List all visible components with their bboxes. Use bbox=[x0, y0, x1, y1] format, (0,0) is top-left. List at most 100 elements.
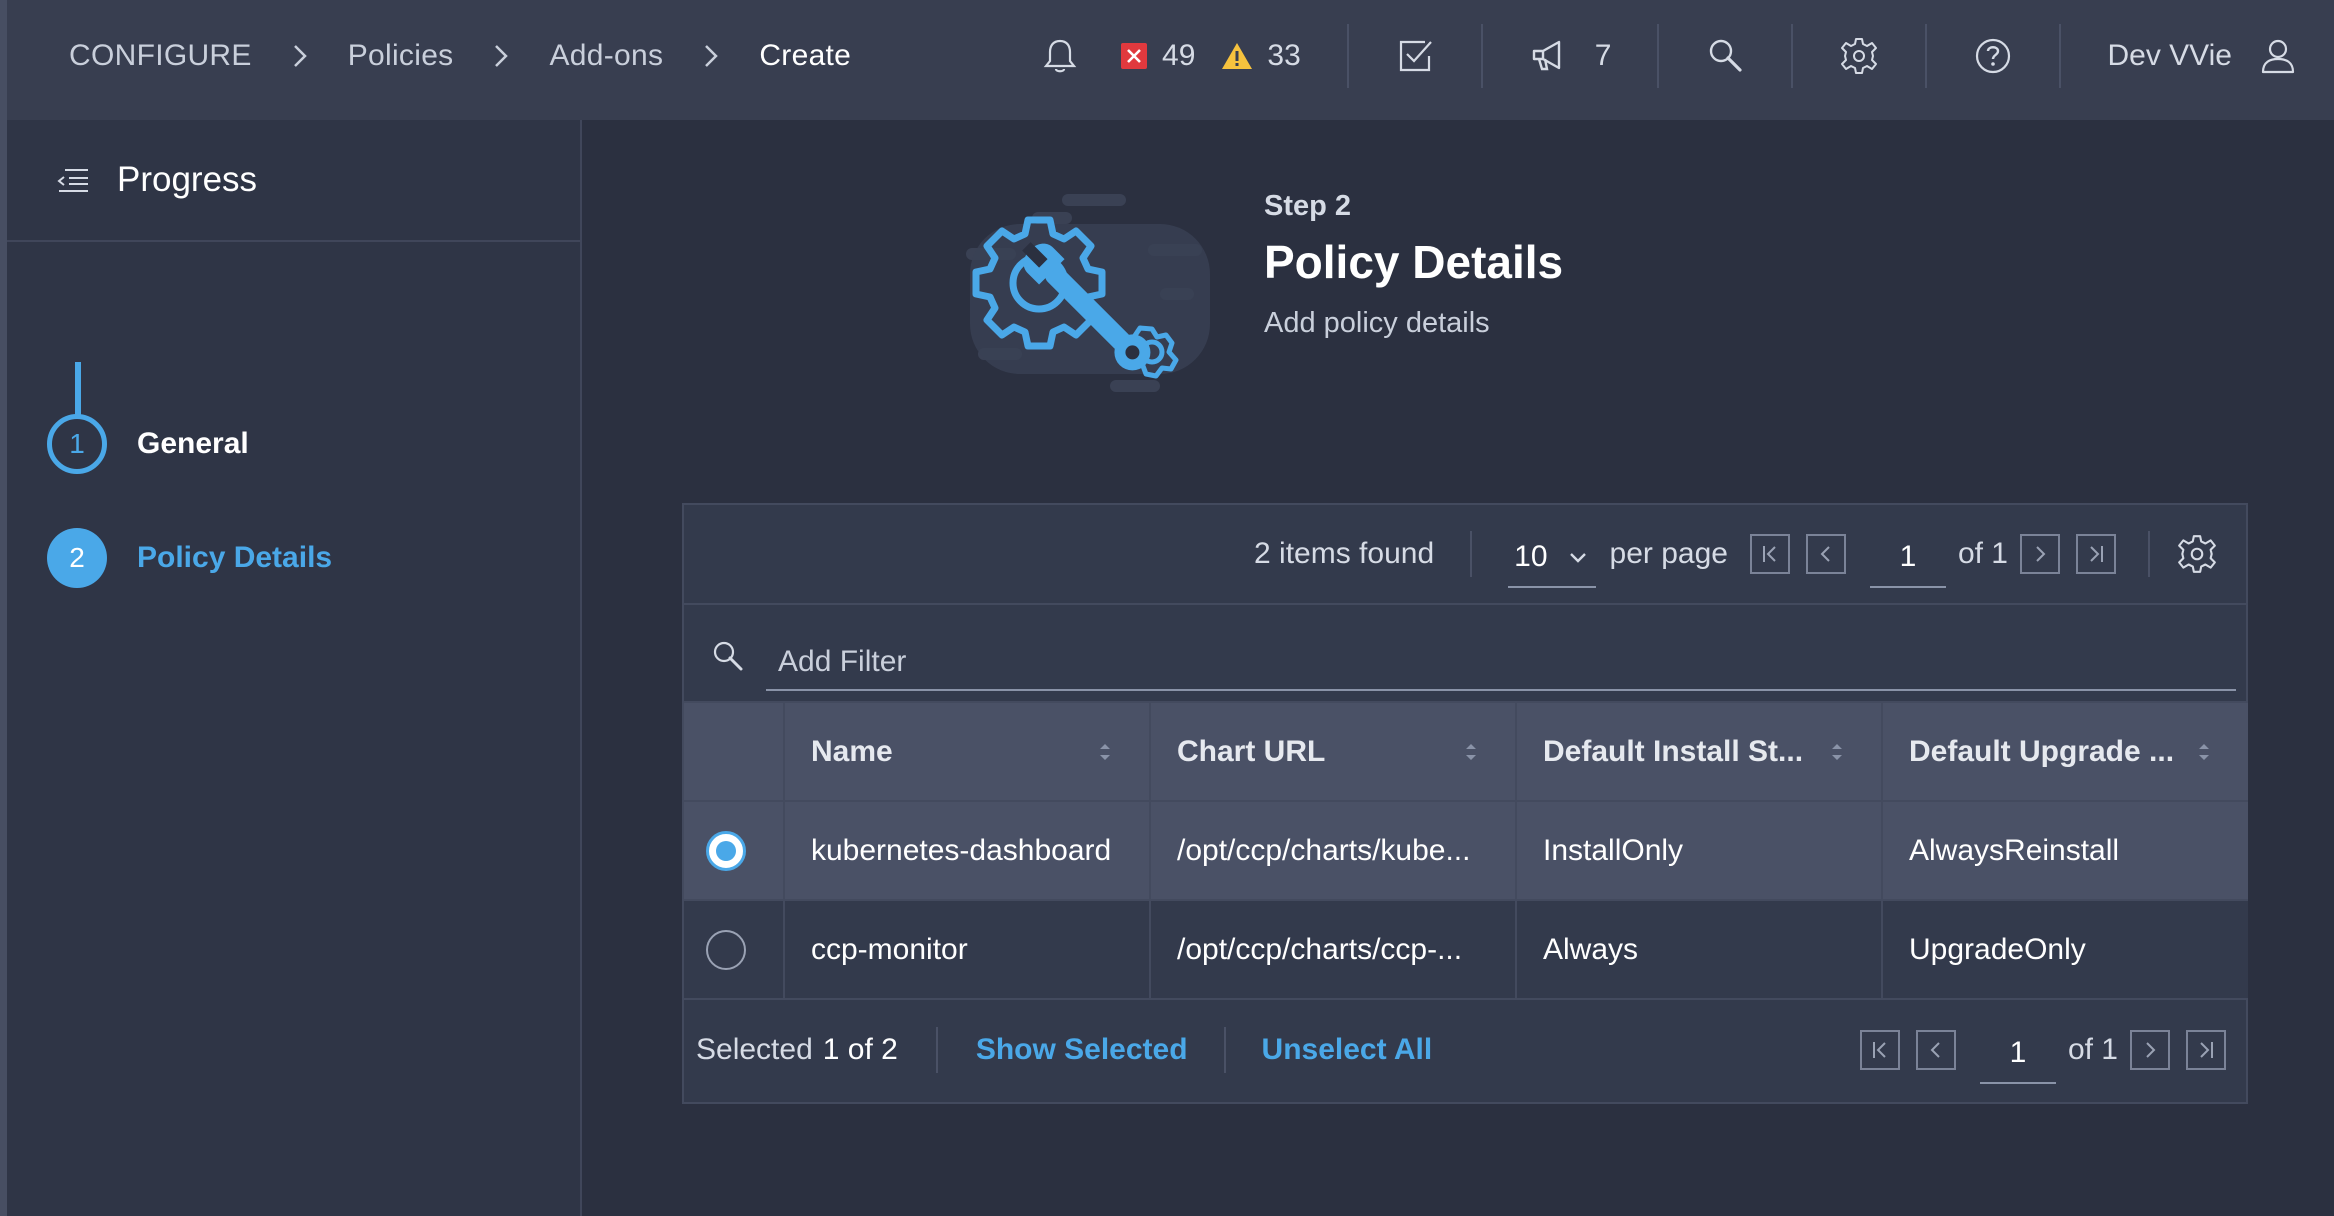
breadcrumb-policies[interactable]: Policies bbox=[348, 39, 454, 73]
error-count[interactable]: 49 bbox=[1162, 39, 1195, 73]
first-page-button[interactable] bbox=[1859, 1030, 1900, 1070]
search-icon[interactable] bbox=[1705, 36, 1745, 76]
sort-icon[interactable] bbox=[2196, 740, 2212, 764]
next-page-icon bbox=[2146, 1042, 2156, 1058]
breadcrumb-configure[interactable]: CONFIGURE bbox=[69, 39, 252, 73]
table-row[interactable]: ccp-monitor /opt/ccp/charts/ccp-... Alwa… bbox=[684, 900, 2248, 1000]
requests-group[interactable] bbox=[1349, 0, 1481, 112]
help-icon[interactable] bbox=[1973, 36, 2013, 76]
step-label: General bbox=[137, 427, 249, 460]
top-bar: CONFIGURE Policies Add-ons Create 49 33 … bbox=[0, 0, 2334, 120]
chevron-right-icon bbox=[495, 45, 509, 67]
row-radio-button[interactable] bbox=[706, 929, 746, 970]
unselect-all-link[interactable]: Unselect All bbox=[1262, 1033, 1433, 1067]
sidebar-title: Progress bbox=[117, 160, 258, 199]
column-header-default-upgrade[interactable]: Default Upgrade ... bbox=[1882, 703, 2248, 802]
step-indicator: Step 2 bbox=[1264, 190, 1352, 222]
first-page-icon bbox=[1762, 546, 1776, 562]
header-actions: 49 33 7 Dev VVie bbox=[994, 0, 2334, 112]
cell-name: kubernetes-dashboard bbox=[784, 801, 1151, 901]
prev-page-icon bbox=[1930, 1042, 1940, 1058]
items-found: 2 items found bbox=[1254, 537, 1435, 570]
sort-icon[interactable] bbox=[1097, 740, 1113, 764]
help-group[interactable] bbox=[1927, 0, 2059, 112]
user-name[interactable]: Dev VVie bbox=[2107, 39, 2232, 73]
filter-bar bbox=[684, 605, 2246, 703]
page-number-input[interactable]: 1 bbox=[1979, 1024, 2056, 1084]
breadcrumb-create: Create bbox=[759, 39, 852, 72]
table-toolbar: 2 items found 10 per page 1 of 1 bbox=[684, 505, 2246, 605]
table-row[interactable]: kubernetes-dashboard /opt/ccp/charts/kub… bbox=[684, 801, 2248, 901]
warning-count[interactable]: 33 bbox=[1267, 39, 1300, 73]
data-table: Name Chart URL Default Install St... Def… bbox=[684, 703, 2248, 1000]
sort-icon[interactable] bbox=[1463, 740, 1479, 764]
selected-count: 1 of 2 bbox=[822, 1033, 898, 1066]
divider bbox=[2148, 531, 2150, 577]
sort-icon[interactable] bbox=[1829, 740, 1845, 764]
next-page-button[interactable] bbox=[2020, 534, 2060, 574]
per-page-value: 10 bbox=[1514, 540, 1548, 573]
user-menu[interactable]: Dev VVie bbox=[2061, 0, 2334, 112]
column-label: Default Install St... bbox=[1543, 734, 1804, 768]
page-number-input[interactable]: 1 bbox=[1869, 528, 1946, 588]
per-page-select[interactable]: 10 bbox=[1508, 528, 1596, 588]
prev-page-button[interactable] bbox=[1915, 1030, 1956, 1070]
page-description: Add policy details bbox=[1264, 307, 1490, 339]
column-header-default-install[interactable]: Default Install St... bbox=[1516, 703, 1883, 802]
alarms-group[interactable]: 49 33 bbox=[994, 0, 1347, 112]
breadcrumb-addons[interactable]: Add-ons bbox=[549, 39, 663, 73]
bell-icon[interactable] bbox=[1040, 36, 1080, 76]
step-number: 1 bbox=[47, 414, 107, 474]
last-page-button[interactable] bbox=[2076, 534, 2116, 574]
column-label: Chart URL bbox=[1177, 734, 1326, 768]
addons-table: 2 items found 10 per page 1 of 1 Add Fil… bbox=[682, 503, 2248, 1104]
first-page-icon bbox=[1872, 1042, 1886, 1058]
cell-chart-url: /opt/ccp/charts/ccp-... bbox=[1150, 900, 1517, 1000]
page-count: of 1 bbox=[2067, 1033, 2118, 1066]
task-check-icon[interactable] bbox=[1395, 36, 1435, 76]
cell-upgrade-strategy: UpgradeOnly bbox=[1882, 900, 2248, 1000]
show-selected-link[interactable]: Show Selected bbox=[976, 1033, 1188, 1067]
last-page-button[interactable] bbox=[2186, 1030, 2226, 1070]
step-header: Step 2 Policy Details Add policy details bbox=[1264, 190, 1563, 340]
prev-page-icon bbox=[1820, 546, 1830, 562]
gear-icon[interactable] bbox=[1839, 36, 1879, 76]
selected-label: Selected bbox=[696, 1033, 813, 1066]
collapse-menu-icon[interactable] bbox=[55, 162, 91, 198]
warning-icon bbox=[1222, 43, 1253, 69]
divider bbox=[1223, 1027, 1226, 1073]
step-policy-details[interactable]: 2 Policy Details bbox=[47, 528, 332, 588]
user-icon[interactable] bbox=[2258, 36, 2298, 76]
step-number: 2 bbox=[47, 528, 107, 588]
cell-install-strategy: InstallOnly bbox=[1516, 801, 1883, 901]
last-page-icon bbox=[2200, 1042, 2213, 1058]
progress-sidebar: Progress 1 General 2 Policy Details bbox=[0, 120, 582, 1216]
table-header-row: Name Chart URL Default Install St... Def… bbox=[684, 703, 2248, 802]
row-radio-button[interactable] bbox=[706, 830, 746, 871]
sidebar-header: Progress bbox=[7, 120, 580, 242]
page-title: Policy Details bbox=[1264, 236, 1564, 288]
announcement-count[interactable]: 7 bbox=[1595, 39, 1612, 73]
select-column-header bbox=[684, 703, 785, 802]
next-page-button[interactable] bbox=[2130, 1030, 2170, 1070]
step-general[interactable]: 1 General bbox=[47, 414, 249, 474]
gear-icon[interactable] bbox=[2176, 533, 2218, 575]
announcements-group[interactable]: 7 bbox=[1483, 0, 1658, 112]
search-icon bbox=[713, 641, 743, 671]
cell-upgrade-strategy: AlwaysReinstall bbox=[1882, 801, 2248, 901]
cell-install-strategy: Always bbox=[1516, 900, 1883, 1000]
megaphone-icon[interactable] bbox=[1529, 36, 1569, 76]
search-group[interactable] bbox=[1659, 0, 1791, 112]
settings-group[interactable] bbox=[1793, 0, 1925, 112]
chevron-right-icon bbox=[705, 45, 719, 67]
per-page-label: per page bbox=[1609, 537, 1728, 570]
divider bbox=[1470, 531, 1473, 577]
filter-input[interactable] bbox=[766, 635, 2236, 691]
prev-page-button[interactable] bbox=[1805, 534, 1846, 574]
column-header-chart-url[interactable]: Chart URL bbox=[1150, 703, 1517, 802]
first-page-button[interactable] bbox=[1749, 534, 1790, 574]
breadcrumb: CONFIGURE Policies Add-ons Create bbox=[69, 0, 851, 112]
chevron-down-icon bbox=[1569, 553, 1586, 563]
step-label: Policy Details bbox=[137, 541, 333, 574]
column-header-name[interactable]: Name bbox=[784, 703, 1151, 802]
